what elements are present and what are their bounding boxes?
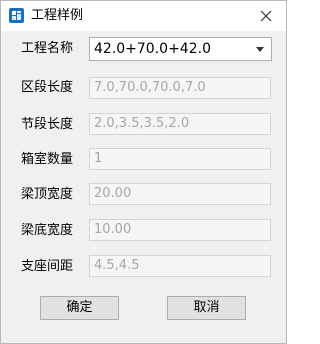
top-width-label: 梁顶宽度 <box>21 187 74 202</box>
bottom-width-field: 10.00 <box>89 219 271 241</box>
project-name-value: 42.0+70.0+42.0 <box>94 41 211 57</box>
ok-button[interactable]: 确定 <box>40 296 119 320</box>
bottom-width-label: 梁底宽度 <box>21 223 74 238</box>
window-title: 工程样例 <box>31 8 84 23</box>
support-spacing-label: 支座间距 <box>21 259 74 274</box>
section-length-label: 节段长度 <box>21 117 74 132</box>
dialog-window: 工程样例 工程名称 42.0+70.0+42.0 区段长度 7.0,70.0,7… <box>0 0 287 344</box>
close-icon <box>260 10 272 22</box>
close-button[interactable] <box>252 4 280 28</box>
box-count-field: 1 <box>89 148 271 170</box>
cancel-button[interactable]: 取消 <box>167 296 246 320</box>
title-bar[interactable]: 工程样例 <box>1 1 286 31</box>
project-name-label: 工程名称 <box>21 41 74 56</box>
section-length-field: 2.0,3.5,3.5,2.0 <box>89 113 271 135</box>
support-spacing-field: 4.5,4.5 <box>89 255 271 277</box>
box-count-label: 箱室数量 <box>21 152 74 167</box>
segment-length-field: 7.0,70.0,70.0,7.0 <box>89 77 271 99</box>
project-name-select[interactable]: 42.0+70.0+42.0 <box>89 37 272 61</box>
app-icon <box>9 8 24 23</box>
chevron-down-icon <box>256 47 264 52</box>
top-width-field: 20.00 <box>89 183 271 205</box>
segment-length-label: 区段长度 <box>21 80 74 95</box>
